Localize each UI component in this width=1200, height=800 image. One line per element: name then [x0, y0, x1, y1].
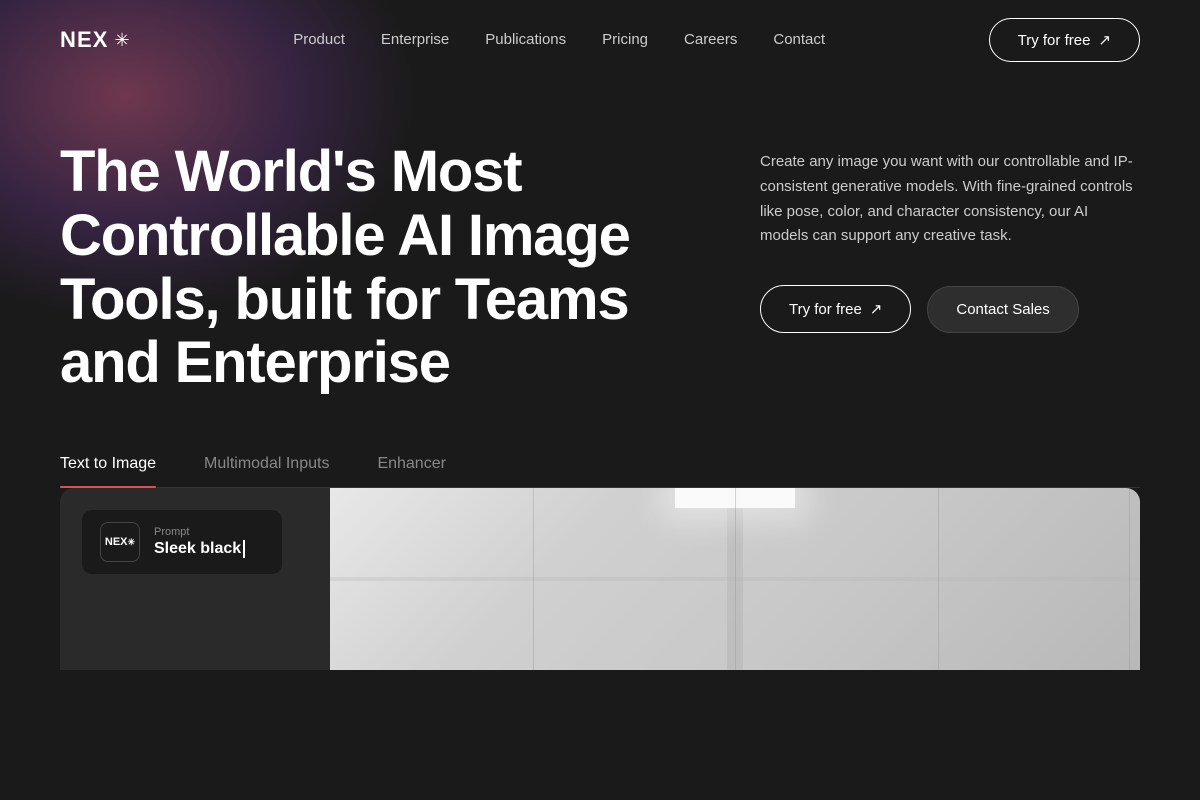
demo-prompt-content: Prompt Sleek black	[154, 526, 245, 558]
demo-prompt-label: Prompt	[154, 526, 245, 538]
tab-multimodal-inputs[interactable]: Multimodal Inputs	[204, 455, 329, 487]
room-line-2	[735, 488, 736, 670]
tab-enhancer[interactable]: Enhancer	[377, 455, 446, 487]
demo-image-area	[330, 488, 1140, 670]
nav-try-for-free-button[interactable]: Try for free ↗	[989, 18, 1140, 62]
demo-preview: NEX ✳ Prompt Sleek black	[60, 488, 1140, 670]
nav-links: Product Enterprise Publications Pricing …	[293, 31, 825, 49]
navbar: NEX ✳ Product Enterprise Publications Pr…	[0, 0, 1200, 80]
logo[interactable]: NEX ✳	[60, 27, 130, 53]
nav-item-product[interactable]: Product	[293, 31, 345, 49]
hero-description: Create any image you want with our contr…	[760, 150, 1140, 249]
demo-prompt-text: Sleek black	[154, 540, 245, 558]
hero-section: The World's Most Controllable AI Image T…	[0, 80, 1200, 395]
hero-try-free-button[interactable]: Try for free ↗	[760, 285, 911, 333]
room-line-4	[1129, 488, 1130, 670]
tabs-list: Text to Image Multimodal Inputs Enhancer	[60, 455, 1140, 488]
nav-item-enterprise[interactable]: Enterprise	[381, 31, 449, 49]
room-line-3	[938, 488, 939, 670]
hero-title: The World's Most Controllable AI Image T…	[60, 140, 680, 395]
cursor-icon	[243, 540, 245, 558]
tab-text-to-image[interactable]: Text to Image	[60, 455, 156, 487]
nav-cta-arrow-icon: ↗	[1098, 31, 1111, 49]
hero-left: The World's Most Controllable AI Image T…	[60, 140, 680, 395]
hero-right: Create any image you want with our contr…	[760, 140, 1140, 333]
nav-item-careers[interactable]: Careers	[684, 31, 737, 49]
room-line-1	[533, 488, 534, 670]
nav-item-publications[interactable]: Publications	[485, 31, 566, 49]
logo-snowflake-icon: ✳	[115, 30, 130, 51]
try-free-arrow-icon: ↗	[870, 300, 883, 318]
demo-logo-snowflake-icon: ✳	[128, 537, 136, 548]
hero-buttons: Try for free ↗ Contact Sales	[760, 285, 1140, 333]
demo-logo: NEX ✳	[100, 522, 140, 562]
nav-item-pricing[interactable]: Pricing	[602, 31, 648, 49]
hero-contact-sales-button[interactable]: Contact Sales	[927, 286, 1078, 333]
tabs-section: Text to Image Multimodal Inputs Enhancer	[0, 395, 1200, 488]
nav-item-contact[interactable]: Contact	[773, 31, 825, 49]
logo-text: NEX	[60, 27, 109, 53]
demo-prompt-bar: NEX ✳ Prompt Sleek black	[82, 510, 282, 574]
